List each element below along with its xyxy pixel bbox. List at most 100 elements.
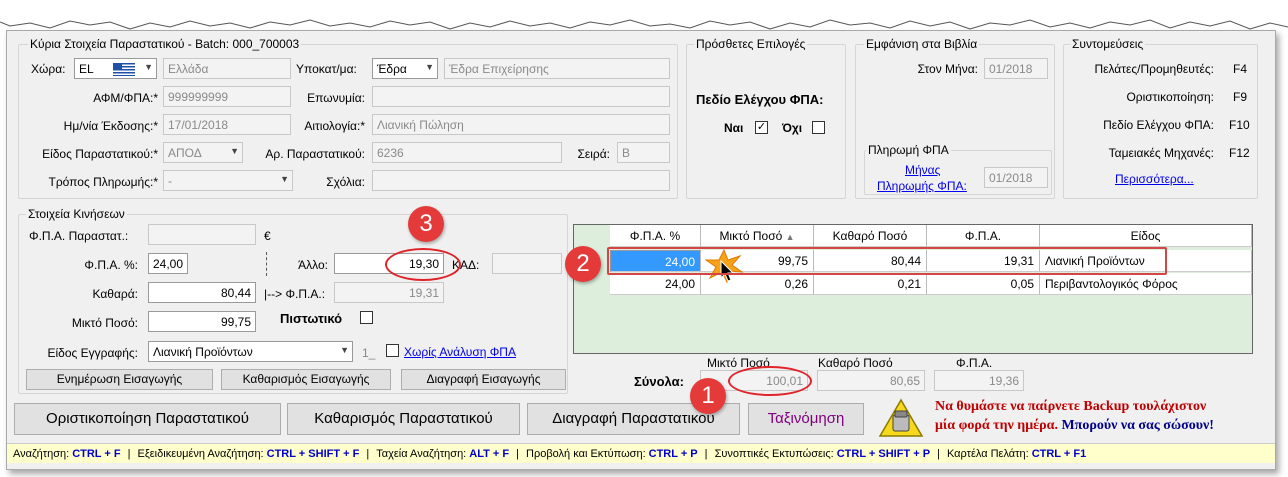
backup-reminder-line2a: μία φορά την ημέρα. [935,418,1058,433]
extra-options-title: Πρόσθετες Επιλογές [694,37,808,51]
name-label: Επωνυμία: [307,91,365,105]
vat-pct-label: Φ.Π.Α. %: [84,258,138,272]
afm-field[interactable]: 999999999 [163,86,291,107]
reason-field[interactable]: Λιανική Πώληση [372,114,670,135]
arrow-vat-field: 19,31 [334,282,444,303]
gross-field[interactable]: 99,75 [148,311,256,332]
status-label: Συνοπτικές Εκτυπώσεις: [714,448,834,460]
shortcut-label-customers: Πελάτες/Προμηθευτές: [1094,62,1214,76]
docno-field[interactable]: 6236 [372,142,562,163]
chevron-down-icon: ▼ [340,345,349,355]
warning-icon [878,398,924,437]
vat-payment-month-field[interactable]: 01/2018 [984,167,1048,188]
branch-value: Έδρα [377,62,407,76]
chevron-down-icon: ▼ [425,62,434,72]
grid-cell[interactable]: 0,21 [814,273,927,295]
vat-pct-field[interactable]: 24,00 [148,253,188,274]
shortcuts-title: Συντομεύσεις [1070,37,1146,51]
vat-payment-title: Πληρωμή ΦΠΑ [866,143,951,157]
delete-entry-button[interactable]: Διαγραφή Εισαγωγής [401,369,566,390]
vat-payment-link-month[interactable]: Μήνας [905,163,940,177]
country-name-field: Ελλάδα [163,58,291,79]
status-key: ALT + F [469,448,510,460]
series-field[interactable]: Β [617,142,670,163]
books-month-field[interactable]: 01/2018 [984,58,1048,79]
status-label: Ταχεία Αναζήτηση: [376,448,467,460]
payment-label: Τρόπος Πληρωμής:* [48,175,158,189]
branch-desc-field: Έδρα Επιχείρησης [444,58,670,79]
totals-label: Σύνολα: [634,374,684,389]
books-title: Εμφάνιση στα Βιβλία [864,37,980,51]
shortcut-key-vat-check: F10 [1229,118,1250,132]
totals-vat-label: Φ.Π.Α. [956,356,993,370]
status-key: CTRL + SHIFT + F [266,448,360,460]
payment-select[interactable]: - ▼ [163,170,293,191]
doctype-value: ΑΠΟΔ [168,146,202,160]
update-entry-button[interactable]: Ενημέρωση Εισαγωγής [26,369,213,390]
backup-reminder-line2b: Μπορούν να σας σώσουν! [1061,418,1214,433]
clear-document-button[interactable]: Καθαρισμός Παραστατικού [287,403,520,435]
yes-checkbox[interactable]: ✓ [755,121,768,134]
doctype-select[interactable]: ΑΠΟΔ ▼ [163,142,243,163]
grid-cell[interactable]: 24,00 [610,273,701,295]
grid-cell[interactable]: Περιβαντολογικός Φόρος [1040,273,1252,295]
grid-header-type[interactable]: Είδος [1040,225,1252,247]
series-label: Σειρά: [577,147,610,161]
grid-header-gross[interactable]: Μικτό Ποσό ▲ [701,225,814,247]
shortcuts-more-link[interactable]: Περισσότερα... [1115,172,1194,186]
status-label: Αναζήτηση: [13,448,70,460]
shortcut-status-bar: Αναζήτηση: CTRL + F | Εξειδικευμένη Αναζήτ… [7,443,1275,463]
totals-vat-field: 19,36 [934,370,1024,391]
vat-doc-label: Φ.Π.Α. Παραστατ.: [29,229,129,243]
grid-header-net[interactable]: Καθαρό Ποσό [814,225,927,247]
status-key: CTRL + P [648,448,698,460]
status-label: Καρτέλα Πελάτη: [946,448,1029,460]
entry-type-select[interactable]: Λιανική Προϊόντων ▼ [148,341,353,362]
country-select[interactable]: EL ▼ [74,58,157,79]
credit-checkbox[interactable] [360,311,373,324]
status-key: CTRL + SHIFT + P [836,448,931,460]
no-vat-checkbox[interactable] [386,344,399,357]
grid-cell[interactable]: 0,05 [927,273,1040,295]
comments-label: Σχόλια: [326,175,365,189]
vat-doc-field[interactable] [148,224,256,245]
totals-net-field: 80,65 [817,370,925,391]
entry-type-value: Λιανική Προϊόντων [153,345,253,359]
sort-button[interactable]: Ταξινόμηση [748,403,864,435]
date-field[interactable]: 17/01/2018 [163,114,291,135]
kad-field[interactable] [492,253,562,274]
sort-asc-icon: ▲ [785,232,795,242]
credit-label: Πιστωτικό [280,311,343,326]
grid-header-gross-text: Μικτό Ποσό [719,229,783,243]
shortcut-label-finalize: Οριστικοποίηση: [1126,90,1214,104]
annotation-marker-2: 2 [565,246,601,282]
vat-payment-link[interactable]: Πληρωμής ΦΠΑ: [877,179,967,193]
comments-field[interactable] [372,170,670,191]
date-label: Ημ/νία Έκδοσης:* [63,119,158,133]
no-vat-analysis-link[interactable]: Χωρίς Ανάλυση ΦΠΑ [404,345,516,359]
movements-title: Στοιχεία Κινήσεων [26,207,127,221]
vat-lines-grid[interactable]: Φ.Π.Α. % Μικτό Ποσό ▲ Καθαρό Ποσό Φ.Π.Α.… [573,224,1253,354]
finalize-document-button[interactable]: Οριστικοποίηση Παραστατικού [14,403,281,435]
shortcut-label-cash-registers: Ταμειακές Μηχανές: [1108,146,1214,160]
clear-entry-button[interactable]: Καθαρισμός Εισαγωγής [221,369,391,390]
doctype-label: Είδος Παραστατικού:* [42,147,158,161]
entry-type-label: Είδος Εγγραφής: [47,346,138,360]
no-label: Όχι [782,121,803,135]
net-field[interactable]: 80,44 [148,282,256,303]
annotation-marker-3: 3 [408,206,444,242]
arrow-vat-label: |--> Φ.Π.Α.: [264,287,326,301]
docno-label: Αρ. Παραστατικού: [265,147,365,161]
grid-header-vat[interactable]: Φ.Π.Α. [927,225,1040,247]
grid-header-vat-pct[interactable]: Φ.Π.Α. % [610,225,701,247]
name-field[interactable] [372,86,670,107]
status-key: CTRL + F [72,448,121,460]
euro-symbol: € [264,229,271,243]
main-details-title: Κύρια Στοιχεία Παραστατικού - Batch: 000… [28,37,302,51]
gross-label: Μικτό Ποσό: [71,316,138,330]
branch-select[interactable]: Έδρα ▼ [372,58,438,79]
annotation-highlight-total [728,366,812,396]
shortcut-key-customers: F4 [1233,62,1248,76]
chevron-down-icon: ▼ [144,62,153,72]
no-checkbox[interactable] [812,121,825,134]
